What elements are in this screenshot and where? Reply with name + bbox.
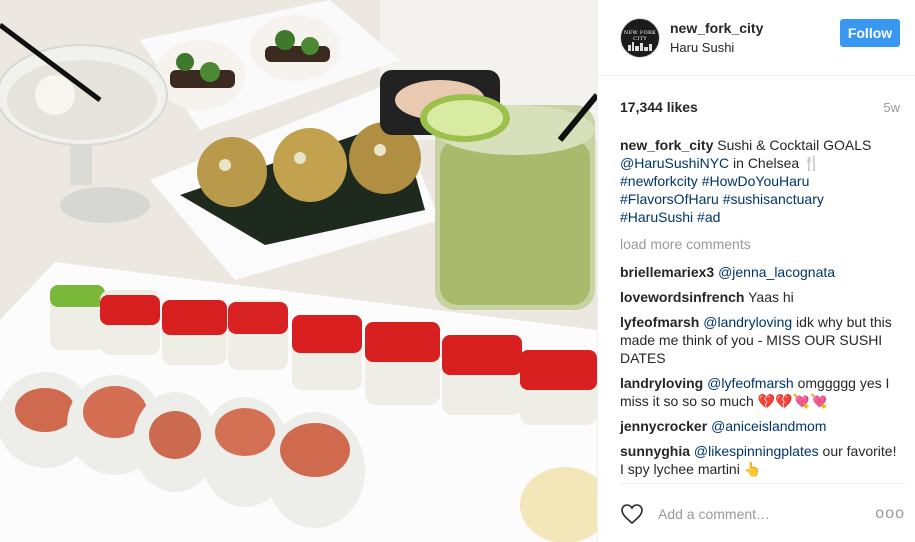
caption-hashtags-2[interactable]: #FlavorsOfHaru #sushisanctuary	[620, 191, 824, 207]
comments-section: new_fork_city Sushi & Cocktail GOALS @Ha…	[598, 126, 915, 478]
caption-text: Sushi & Cocktail GOALS	[713, 137, 872, 153]
comment-username[interactable]: lovewordsinfrench	[620, 289, 744, 305]
avatar[interactable]: NEW FORK CITY	[620, 17, 660, 58]
add-comment-bar: ooo	[598, 476, 915, 542]
comment-item: lovewordsinfrench Yaas hi	[620, 288, 900, 306]
caption-hashtags-3[interactable]: #HaruSushi #ad	[620, 209, 720, 225]
post-age[interactable]: 5w	[883, 100, 900, 115]
add-comment-row: ooo	[620, 482, 905, 542]
heart-icon[interactable]	[620, 503, 644, 525]
caption: new_fork_city Sushi & Cocktail GOALS @Ha…	[620, 136, 900, 226]
caption-mention[interactable]: @HaruSushiNYC	[620, 155, 729, 171]
load-more-comments[interactable]: load more comments	[620, 235, 900, 253]
user-block: new_fork_city Haru Sushi	[670, 19, 840, 57]
comment-mention[interactable]: @jenna_lacognata	[718, 264, 835, 280]
comment-mention[interactable]: @lyfeofmarsh	[707, 375, 794, 391]
caption-text-2: in Chelsea 🍴	[729, 155, 821, 171]
comment-username[interactable]: jennycrocker	[620, 418, 707, 434]
comment-item: lyfeofmarsh @landryloving idk why but th…	[620, 313, 900, 367]
comment-username[interactable]: sunnyghia	[620, 443, 690, 459]
sushi-cocktail-photo	[0, 0, 597, 542]
more-options-icon[interactable]: ooo	[875, 505, 905, 523]
comment-username[interactable]: landryloving	[620, 375, 703, 391]
comment-input[interactable]	[656, 504, 876, 523]
comment-mention[interactable]: @aniceislandmom	[711, 418, 826, 434]
caption-hashtags-1[interactable]: #newforkcity #HowDoYouHaru	[620, 173, 809, 189]
post-photo[interactable]	[0, 0, 597, 542]
post-sidebar: NEW FORK CITY new_fork_city Haru Sushi F…	[597, 0, 915, 542]
comment-item: landryloving @lyfeofmarsh omggggg yes I …	[620, 374, 900, 410]
likes-count[interactable]: 17,344 likes	[620, 99, 698, 115]
comment-item: sunnyghia @likespinningplates our favori…	[620, 442, 900, 478]
skyline-icon	[628, 41, 652, 51]
comment-mention[interactable]: @landryloving	[703, 314, 792, 330]
comment-mention[interactable]: @likespinningplates	[694, 443, 819, 459]
location-link[interactable]: Haru Sushi	[670, 39, 840, 57]
comment-item: briellemariex3 @jenna_lacognata	[620, 263, 900, 281]
comment-text: Yaas hi	[744, 289, 794, 305]
username-link[interactable]: new_fork_city	[670, 19, 840, 37]
post-stats: 17,344 likes 5w	[598, 88, 915, 126]
caption-username[interactable]: new_fork_city	[620, 137, 713, 153]
post-header: NEW FORK CITY new_fork_city Haru Sushi F…	[598, 0, 915, 76]
follow-button[interactable]: Follow	[840, 18, 900, 47]
comment-username[interactable]: briellemariex3	[620, 264, 714, 280]
instagram-post: NEW FORK CITY new_fork_city Haru Sushi F…	[0, 0, 915, 542]
comment-username[interactable]: lyfeofmarsh	[620, 314, 699, 330]
comment-item: jennycrocker @aniceislandmom	[620, 417, 900, 435]
